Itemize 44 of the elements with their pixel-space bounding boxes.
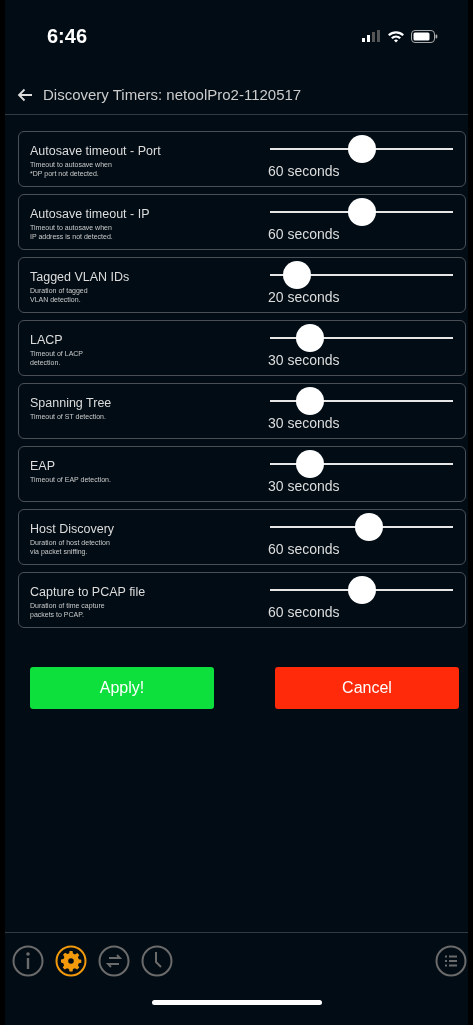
slider-thumb[interactable] [347,576,376,604]
timer-name: EAP [30,459,56,473]
timer-slider[interactable] [270,324,453,352]
timer-slider[interactable] [270,450,453,478]
clock-icon[interactable] [141,945,173,977]
timer-name: Autosave timeout - Port [30,144,162,158]
timer-reading: 60 seconds [268,604,341,620]
list-icon[interactable] [435,945,467,977]
timer-slider[interactable] [270,198,453,226]
swap-arrows-icon[interactable] [98,945,130,977]
back-arrow-icon[interactable] [17,87,33,102]
cancel-button[interactable]: Cancel [275,667,459,709]
timer-reading: 60 seconds [268,541,341,557]
slider-thumb[interactable] [296,387,325,415]
timer-name: Tagged VLAN IDs [30,270,131,284]
timer-reading: 20 seconds [268,289,341,305]
timer-slider[interactable] [270,387,453,415]
signal-icon [362,30,381,42]
battery-icon [411,29,438,43]
timer-reading: 60 seconds [268,163,341,179]
timer-slider[interactable] [270,135,453,163]
info-icon[interactable] [12,945,44,977]
slider-thumb[interactable] [296,450,325,478]
timer-reading: 30 seconds [268,352,341,368]
wifi-icon [387,29,405,43]
timer-name: LACP [30,333,64,347]
slider-thumb[interactable] [296,324,325,352]
timer-reading: 30 seconds [268,415,341,431]
timer-name: Capture to PCAP file [30,585,147,599]
timer-reading: 60 seconds [268,226,341,242]
slider-thumb[interactable] [354,513,383,541]
slider-thumb[interactable] [283,261,312,289]
page-title: Discovery Timers: netoolPro2-1120517 [43,86,302,103]
slider-thumb[interactable] [347,198,376,226]
timer-slider[interactable] [270,576,453,604]
gear-icon[interactable] [55,945,87,977]
timer-slider[interactable] [270,261,453,289]
timer-name: Autosave timeout - IP [30,207,151,221]
timer-slider[interactable] [270,513,453,541]
slider-thumb[interactable] [347,135,376,163]
timer-name: Spanning Tree [30,396,113,410]
timer-reading: 30 seconds [268,478,341,494]
status-time: 6:46 [47,24,88,48]
timer-name: Host Discovery [30,522,116,536]
